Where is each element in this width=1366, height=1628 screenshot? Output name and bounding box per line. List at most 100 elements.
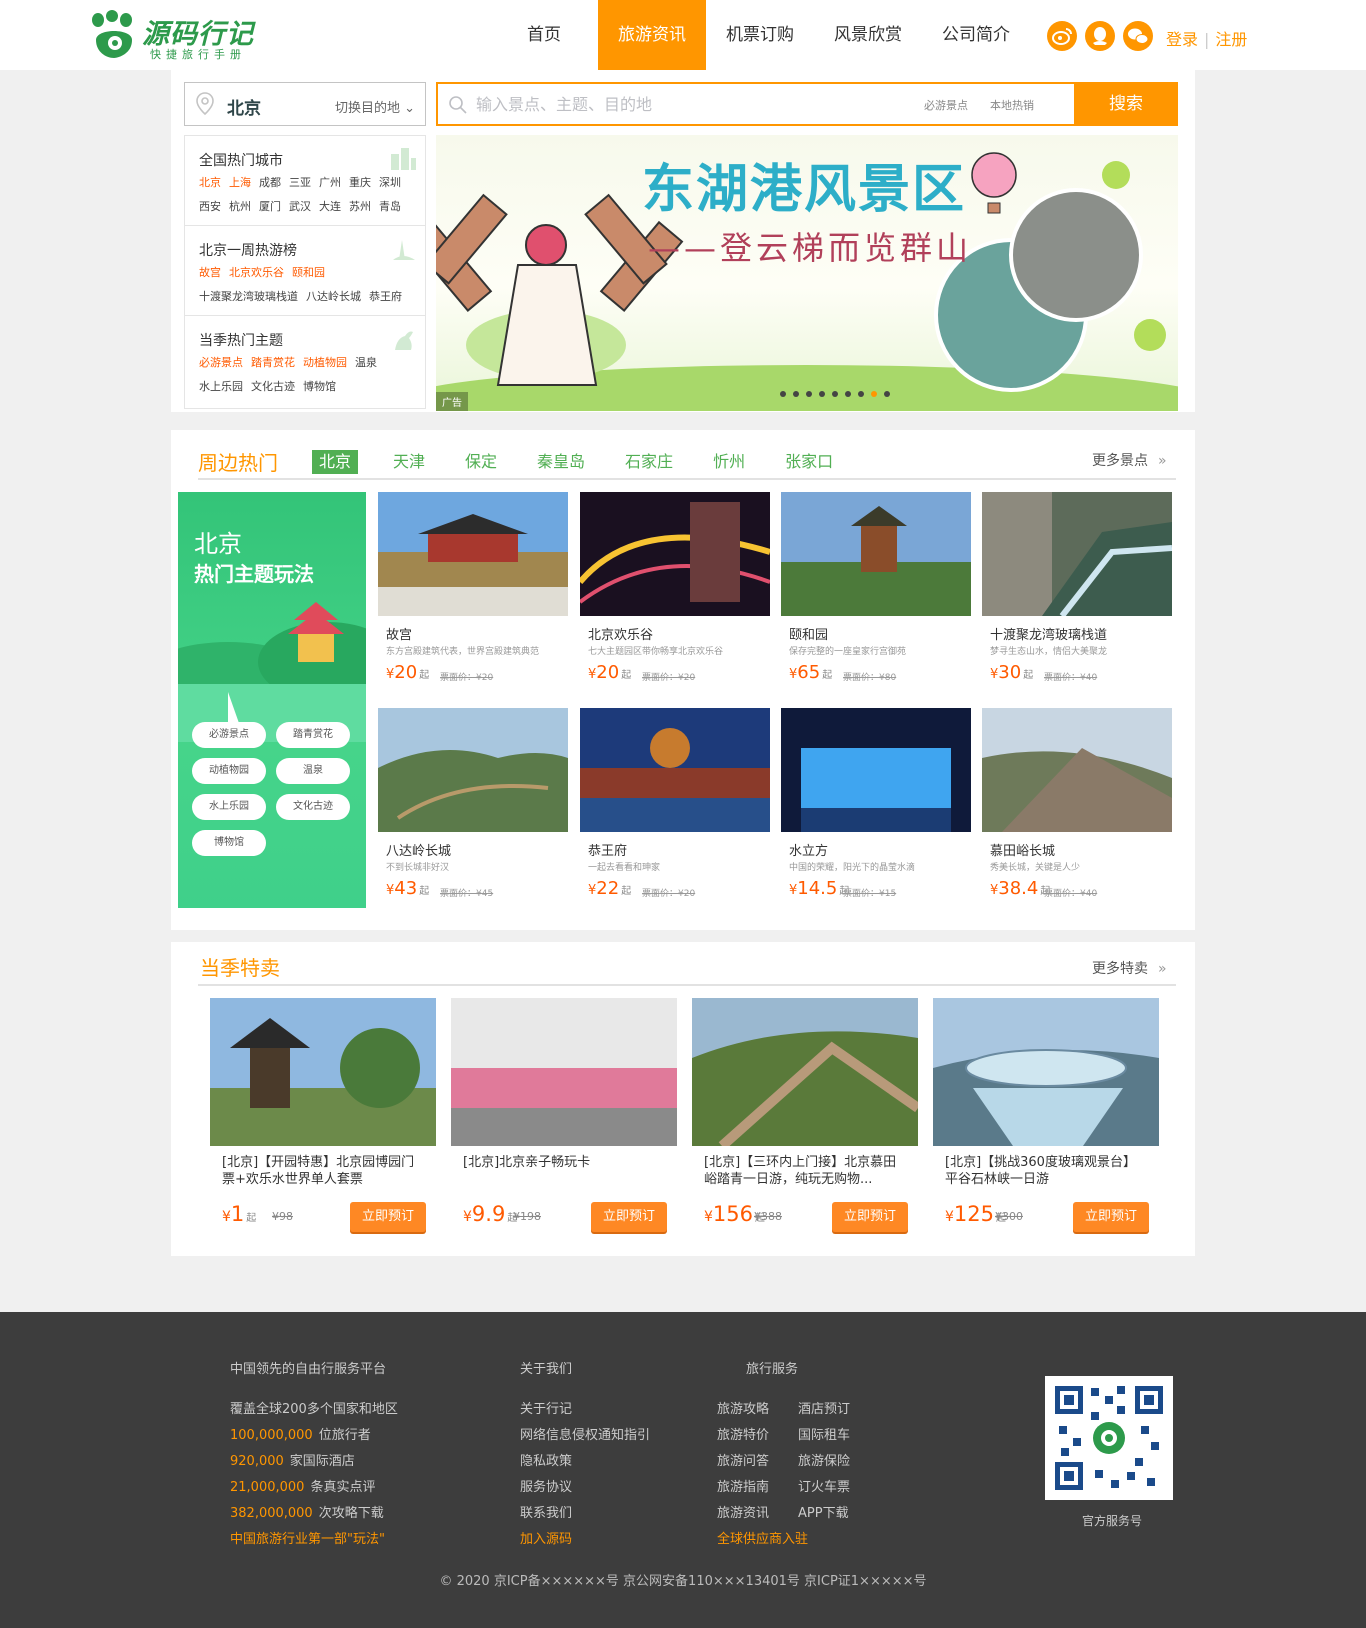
footer-link[interactable]: 旅游问答 — [717, 1450, 769, 1469]
footer-link[interactable]: 旅游攻略 — [717, 1398, 769, 1417]
theme-link[interactable]: 文化古迹 — [251, 380, 295, 393]
banner-dot[interactable] — [832, 391, 838, 397]
qq-icon[interactable] — [1085, 21, 1115, 51]
attraction-link[interactable]: 恭王府 — [369, 290, 402, 303]
footer-link[interactable]: 隐私政策 — [520, 1450, 572, 1469]
city-link[interactable]: 西安 — [199, 200, 221, 213]
theme-link[interactable]: 动植物园 — [303, 356, 347, 369]
city-link[interactable]: 厦门 — [259, 200, 281, 213]
supplier-join-link[interactable]: 全球供应商入驻 — [717, 1528, 808, 1547]
footer-link[interactable]: 国际租车 — [798, 1424, 850, 1443]
city-link[interactable]: 上海 — [229, 176, 251, 189]
banner-dot[interactable] — [884, 391, 890, 397]
spot-card[interactable]: 八达岭长城 不到长城非好汉 ¥43 起 票面价：¥45 — [378, 708, 568, 908]
site-logo[interactable]: 源码行记 快捷旅行手册 — [88, 8, 263, 63]
tab-xinzhou[interactable]: 忻州 — [708, 450, 750, 474]
banner-dot[interactable] — [819, 391, 825, 397]
theme-link[interactable]: 温泉 — [355, 356, 377, 369]
book-now-button[interactable]: 立即预订 — [591, 1202, 667, 1232]
nav-scenery[interactable]: 风景欣赏 — [814, 0, 922, 70]
city-link[interactable]: 广州 — [319, 176, 341, 189]
deal-card[interactable]: [北京]北京亲子畅玩卡 ¥9.9 起 ¥198 立即预订 — [451, 998, 677, 1238]
tab-shijiazhuang[interactable]: 石家庄 — [620, 450, 678, 474]
wechat-icon[interactable] — [1123, 21, 1153, 51]
book-now-button[interactable]: 立即预订 — [1073, 1202, 1149, 1232]
search-input[interactable] — [476, 92, 896, 116]
theme-link[interactable]: 必游景点 — [199, 356, 243, 369]
banner-dot[interactable] — [858, 391, 864, 397]
quick-link-must-see[interactable]: 必游景点 — [924, 97, 968, 113]
footer-link[interactable]: 旅游保险 — [798, 1450, 850, 1469]
spot-card[interactable]: 颐和园 保存完整的一座皇家行宫御苑 ¥65 起 票面价：¥80 — [781, 492, 971, 692]
footer-link[interactable]: 旅游指南 — [717, 1476, 769, 1495]
nav-flight-booking[interactable]: 机票订购 — [706, 0, 814, 70]
footer-link[interactable]: 服务协议 — [520, 1476, 572, 1495]
login-link[interactable]: 登录 — [1166, 30, 1198, 49]
city-link[interactable]: 深圳 — [379, 176, 401, 189]
more-attractions-link[interactable]: 更多景点 » — [1092, 450, 1167, 470]
city-link[interactable]: 苏州 — [349, 200, 371, 213]
theme-pill[interactable]: 动植物园 — [192, 758, 266, 784]
city-link[interactable]: 大连 — [319, 200, 341, 213]
footer-link[interactable]: 网络信息侵权通知指引 — [520, 1424, 650, 1443]
banner-dot[interactable] — [793, 391, 799, 397]
spot-card[interactable]: 慕田峪长城 秀美长城，关键是人少 ¥38.4 起 票面价：¥40 — [982, 708, 1172, 908]
spot-card[interactable]: 水立方 中国的荣耀，阳光下的晶莹水滴 ¥14.5 起 票面价：¥15 — [781, 708, 971, 908]
theme-pill[interactable]: 温泉 — [276, 758, 350, 784]
weibo-icon[interactable] — [1047, 21, 1077, 51]
footer-link[interactable]: APP下载 — [798, 1502, 849, 1521]
attraction-link[interactable]: 北京欢乐谷 — [229, 266, 284, 279]
spot-card[interactable]: 故宫 东方宫殿建筑代表，世界宫殿建筑典范 ¥20 起 票面价：¥20 — [378, 492, 568, 692]
banner-dot[interactable] — [806, 391, 812, 397]
theme-link[interactable]: 踏青赏花 — [251, 356, 295, 369]
city-link[interactable]: 北京 — [199, 176, 221, 189]
theme-link[interactable]: 水上乐园 — [199, 380, 243, 393]
tab-beijing[interactable]: 北京 — [312, 450, 358, 474]
switch-destination[interactable]: 切换目的地 ⌄ — [335, 97, 415, 116]
nav-travel-news[interactable]: 旅游资讯 — [598, 0, 706, 70]
footer-link[interactable]: 联系我们 — [520, 1502, 572, 1521]
attraction-link[interactable]: 八达岭长城 — [306, 290, 361, 303]
promo-banner[interactable]: 东湖港风景区 ——登云梯而览群山 广告 — [436, 135, 1178, 411]
spot-card[interactable]: 北京欢乐谷 七大主题园区带你畅享北京欢乐谷 ¥20 起 票面价：¥20 — [580, 492, 770, 692]
attraction-link[interactable]: 十渡聚龙湾玻璃栈道 — [199, 290, 298, 303]
banner-dot[interactable] — [871, 391, 877, 397]
deal-card[interactable]: [北京]【开园特惠】北京园博园门票+欢乐水世界单人套票 ¥1 起 ¥98 立即预订 — [210, 998, 436, 1238]
footer-link[interactable]: 关于行记 — [520, 1398, 572, 1417]
city-link[interactable]: 武汉 — [289, 200, 311, 213]
more-deals-link[interactable]: 更多特卖 » — [1092, 958, 1167, 978]
city-link[interactable]: 成都 — [259, 176, 281, 189]
register-link[interactable]: 注册 — [1215, 30, 1247, 49]
theme-pill[interactable]: 必游景点 — [192, 722, 266, 748]
tab-qinhuangdao[interactable]: 秦皇岛 — [532, 450, 590, 474]
quick-link-local-hot[interactable]: 本地热销 — [990, 97, 1034, 113]
deal-card[interactable]: [北京]【挑战360度玻璃观景台】平谷石林峡一日游 ¥125 起 ¥300 立即预… — [933, 998, 1159, 1238]
theme-pill[interactable]: 文化古迹 — [276, 794, 350, 820]
banner-dot[interactable] — [780, 391, 786, 397]
tab-zhangjiakou[interactable]: 张家口 — [780, 450, 838, 474]
tab-baoding[interactable]: 保定 — [460, 450, 502, 474]
city-selector[interactable]: 北京 切换目的地 ⌄ — [184, 82, 426, 126]
join-us-link[interactable]: 加入源码 — [520, 1528, 572, 1547]
footer-link[interactable]: 订火车票 — [798, 1476, 850, 1495]
nav-home[interactable]: 首页 — [490, 0, 598, 70]
city-link[interactable]: 青岛 — [379, 200, 401, 213]
city-link[interactable]: 三亚 — [289, 176, 311, 189]
footer-link[interactable]: 旅游资讯 — [717, 1502, 769, 1521]
search-button[interactable]: 搜索 — [1074, 82, 1178, 126]
spot-card[interactable]: 恭王府 一起去看看和珅家 ¥22 起 票面价：¥20 — [580, 708, 770, 908]
book-now-button[interactable]: 立即预订 — [832, 1202, 908, 1232]
footer-link[interactable]: 酒店预订 — [798, 1398, 850, 1417]
book-now-button[interactable]: 立即预订 — [350, 1202, 426, 1232]
theme-pill[interactable]: 博物馆 — [192, 830, 266, 856]
city-link[interactable]: 杭州 — [229, 200, 251, 213]
city-link[interactable]: 重庆 — [349, 176, 371, 189]
spot-card[interactable]: 十渡聚龙湾玻璃栈道 梦寻生态山水，情侣大美聚龙 ¥30 起 票面价：¥40 — [982, 492, 1172, 692]
deal-card[interactable]: [北京]【三环内上门接】北京慕田峪踏青一日游，纯玩无购物... ¥156 起 ¥3… — [692, 998, 918, 1238]
attraction-link[interactable]: 颐和园 — [292, 266, 325, 279]
banner-dot[interactable] — [845, 391, 851, 397]
tab-tianjin[interactable]: 天津 — [388, 450, 430, 474]
attraction-link[interactable]: 故宫 — [199, 266, 221, 279]
footer-link[interactable]: 旅游特价 — [717, 1424, 769, 1443]
nav-company[interactable]: 公司简介 — [922, 0, 1030, 70]
